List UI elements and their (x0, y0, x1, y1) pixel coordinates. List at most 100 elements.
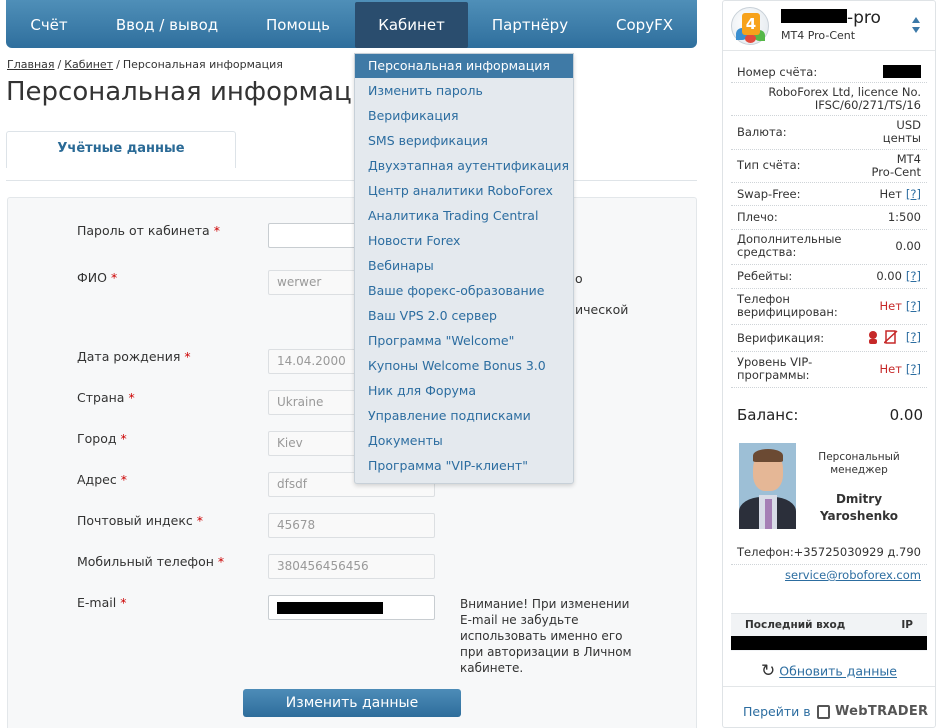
breadcrumb-separator: / (116, 58, 120, 71)
metatrader-logo-icon: 4 (731, 7, 769, 45)
balance-value: 0.00 (889, 406, 923, 424)
manager-name: Dmitry Yaroshenko (819, 492, 899, 523)
page-title: Персональная информация (6, 77, 385, 107)
breadcrumb-home-link[interactable]: Главная (7, 58, 55, 71)
tab-divider (6, 180, 697, 181)
currency-label: Валюта: (737, 125, 787, 139)
webtrader-logo-text: WebTRADER (835, 704, 929, 719)
postal-code-input[interactable]: 45678 (268, 513, 435, 538)
redacted-email (277, 601, 383, 614)
leverage-value: 1:500 (887, 210, 921, 224)
menu-item-verification[interactable]: Верификация (355, 104, 573, 128)
menu-item-subscriptions[interactable]: Управление подписками (355, 404, 573, 428)
nav-item-copyfx[interactable]: CopyFX (592, 0, 697, 48)
swap-free-help-link[interactable]: [?] (906, 187, 921, 201)
menu-item-welcome-program[interactable]: Программа "Welcome" (355, 329, 573, 353)
fio-label: ФИО * (77, 270, 118, 285)
swap-free-row: Swap-Free: Нет [?] (731, 183, 927, 206)
menu-item-forex-news[interactable]: Новости Forex (355, 229, 573, 253)
tab-account-data[interactable]: Учётные данные (6, 131, 236, 168)
rebates-label: Ребейты: (737, 269, 793, 283)
manager-email-link[interactable]: service@roboforex.com (785, 568, 921, 582)
logo-number: 4 (742, 13, 760, 35)
birth-date-label: Дата рождения * (77, 349, 191, 364)
email-label: E-mail * (77, 595, 127, 610)
menu-item-change-password[interactable]: Изменить пароль (355, 79, 573, 103)
phone-verified-label: Телефон верифицирован: (737, 292, 838, 319)
last-login-table: Последний вход IP (731, 613, 927, 651)
menu-item-forum-nick[interactable]: Ник для Форума (355, 379, 573, 403)
photo-tie-shape (765, 499, 772, 529)
phone-verified-value: Нет [?] (879, 299, 922, 313)
side-text-fragment: о (575, 271, 583, 286)
nav-item-deposit-withdraw[interactable]: Ввод / вывод (92, 0, 242, 48)
rebates-help-link[interactable]: [?] (906, 269, 921, 283)
manager-title: Персональный менеджер (818, 451, 900, 476)
refresh-data-link[interactable]: Обновить данные (779, 664, 897, 679)
account-type-label: Тип счёта: (737, 158, 801, 172)
update-data-button[interactable]: Изменить данные (243, 689, 461, 717)
phone-verified-help-link[interactable]: [?] (906, 299, 921, 313)
side-text-fragment: ической (575, 302, 629, 317)
mobile-phone-label: Мобильный телефон * (77, 554, 225, 569)
breadcrumb-current: Персональная информация (122, 58, 283, 71)
redacted-account-name (781, 9, 847, 23)
webtrader-link[interactable]: Перейти в WebTRADER (723, 699, 935, 725)
account-switch-icon[interactable] (911, 16, 921, 34)
person-verification-icon (868, 331, 877, 344)
vip-level-help-link[interactable]: [?] (906, 362, 921, 376)
email-change-note: Внимание! При изменении E-mail не забудь… (460, 597, 632, 675)
leverage-label: Плечо: (737, 210, 778, 224)
additional-funds-value: 0.00 (895, 239, 921, 253)
account-number-label: Номер счёта: (737, 65, 818, 79)
account-header[interactable]: 4 -pro MT4 Pro-Cent (723, 1, 935, 51)
phone-verified-row: Телефон верифицирован: Нет [?] (731, 289, 927, 325)
verification-help-link[interactable]: [?] (906, 330, 921, 344)
goto-label[interactable]: Перейти в (743, 704, 811, 719)
account-type-value: MT4 Pro-Cent (871, 152, 921, 179)
swap-free-label: Swap-Free: (737, 187, 801, 201)
menu-item-trading-central[interactable]: Аналитика Trading Central (355, 204, 573, 228)
nav-item-partner[interactable]: Партнёру (468, 0, 592, 48)
menu-item-webinars[interactable]: Вебинары (355, 254, 573, 278)
manager-phone-label: Телефон: (737, 545, 794, 559)
menu-item-documents[interactable]: Документы (355, 429, 573, 453)
redacted-account-number (883, 65, 921, 78)
menu-item-vip-program[interactable]: Программа "VIP-клиент" (355, 454, 573, 478)
top-navigation: Счёт Ввод / вывод Помощь Кабинет Партнёр… (6, 0, 697, 48)
leverage-row: Плечо: 1:500 (731, 206, 927, 230)
verification-label: Верификация: (737, 331, 825, 345)
menu-item-analytics-center[interactable]: Центр аналитики RoboForex (355, 179, 573, 203)
menu-item-vps-server[interactable]: Ваш VPS 2.0 сервер (355, 304, 573, 328)
verification-value: [?] (867, 330, 921, 344)
account-panel: 4 -pro MT4 Pro-Cent Номер счёта: RoboFor… (722, 0, 936, 728)
vip-level-value: Нет [?] (879, 362, 922, 376)
menu-item-sms-verification[interactable]: SMS верификация (355, 129, 573, 153)
ip-header: IP (901, 619, 913, 631)
nav-item-account[interactable]: Счёт (6, 0, 92, 48)
account-type-row: Тип счёта: MT4 Pro-Cent (731, 150, 927, 183)
swap-free-value: Нет [?] (879, 187, 922, 201)
vip-level-row: Уровень VIP-программы: Нет [?] (731, 352, 927, 388)
cabinet-dropdown-menu: Персональная информация Изменить пароль … (354, 53, 574, 484)
currency-value: USD центы (882, 118, 921, 145)
account-number-value (883, 65, 921, 78)
menu-item-two-factor-auth[interactable]: Двухэтапная аутентификация (355, 154, 573, 178)
mobile-phone-input[interactable]: 380456456456 (268, 554, 435, 579)
refresh-icon[interactable]: ↻ (761, 661, 775, 681)
breadcrumb: Главная / Кабинет / Персональная информация (7, 58, 283, 71)
menu-item-personal-info[interactable]: Персональная информация (355, 54, 573, 78)
account-name: -pro (781, 8, 881, 28)
nav-item-help[interactable]: Помощь (242, 0, 354, 48)
photo-hair-shape (753, 449, 783, 462)
nav-item-cabinet[interactable]: Кабинет (355, 2, 468, 48)
email-input[interactable] (268, 595, 435, 620)
rebates-row: Ребейты: 0.00 [?] (731, 265, 927, 289)
menu-item-welcome-bonus-coupons[interactable]: Купоны Welcome Bonus 3.0 (355, 354, 573, 378)
password-label: Пароль от кабинета * (77, 223, 220, 238)
manager-photo (739, 443, 796, 529)
menu-item-forex-education[interactable]: Ваше форекс-образование (355, 279, 573, 303)
company-licence-text: RoboForex Ltd, licence No. IFSC/60/271/T… (768, 85, 921, 112)
breadcrumb-cabinet-link[interactable]: Кабинет (64, 58, 113, 71)
account-number-row: Номер счёта: (731, 61, 927, 83)
